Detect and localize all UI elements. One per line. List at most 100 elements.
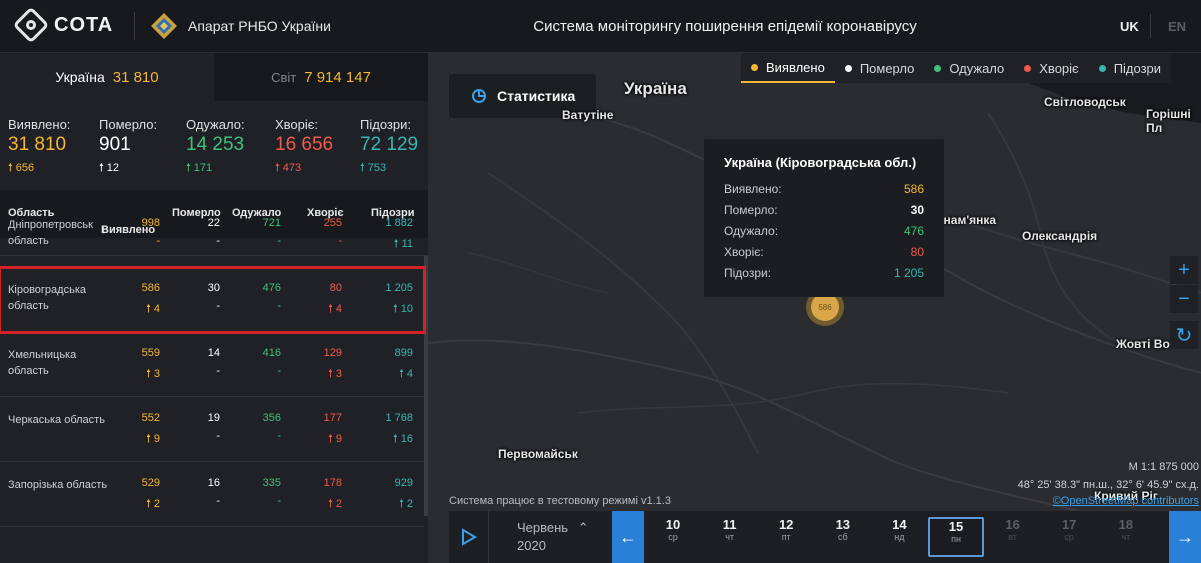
cell-suspected-delta: 🠕 4 [399, 368, 413, 380]
refresh-icon: ↻ [1175, 324, 1193, 347]
dot-icon [1024, 64, 1032, 72]
cell-detected: 559 [141, 347, 160, 359]
tab-ukraine[interactable]: Україна 31 810 [0, 53, 214, 101]
day-18[interactable]: 18 чт [1098, 517, 1154, 557]
day-14[interactable]: 14 нд [871, 517, 927, 557]
stat-delta: 🠕 171 [186, 162, 213, 174]
stat-detected: Виявлено: 31 810 🠕 656 [8, 117, 70, 178]
cell-died: 16 [207, 477, 220, 489]
cell-suspected: 899 [394, 347, 413, 359]
dot-icon [844, 64, 852, 72]
map-coordinates: 48° 25' 38.3" пн.ш., 32° 6' 45.9" сх.д. [1017, 479, 1199, 491]
cell-died: 22 [207, 217, 220, 229]
stat-value: 901 [99, 134, 131, 155]
prev-day-button[interactable]: ← [612, 511, 644, 563]
stat-label: Хворіє: [275, 117, 319, 132]
arrow-left-icon: ← [619, 526, 637, 547]
cell-detected: 552 [141, 412, 160, 424]
cell-detected-delta: 🠕 4 [146, 303, 160, 315]
table-row[interactable]: Черкаська область 552 🠕 9 19-356-177 🠕 91 76… [0, 398, 424, 462]
cell-sick: 129 [323, 347, 342, 359]
arrow-up-icon: 🠕 [146, 433, 151, 445]
cell-died-delta: - [216, 365, 220, 377]
cell-suspected-delta: 🠕 11 [393, 238, 413, 250]
cell-sick: 177 [323, 412, 342, 424]
table-row[interactable]: Дніпропетровськ область 998-22-721-255-1 … [0, 203, 424, 267]
cell-sick: 80 [329, 282, 342, 294]
map-scale: М 1:1 875 000 [1128, 461, 1199, 473]
legend-sick[interactable]: Хворіє [1014, 53, 1088, 83]
day-13[interactable]: 13 сб [815, 517, 871, 557]
day-15[interactable]: 15 пн [928, 517, 984, 557]
cell-detected: 586 [141, 282, 160, 294]
table-row[interactable]: Хмельницька область 559 🠕 3 14-416-129 🠕 3 89… [0, 333, 424, 397]
marker-value: 586 [811, 293, 839, 321]
tooltip-row: Померло: 30 [724, 202, 924, 217]
city-label-horishni: Горішні Пл [1146, 107, 1191, 135]
osm-attribution-link[interactable]: ©OpenStreetMap contributors [1053, 495, 1199, 507]
dot-icon [751, 63, 758, 71]
arrow-up-icon: 🠕 [399, 498, 404, 510]
play-button[interactable] [449, 511, 489, 563]
lang-uk-button[interactable]: UK [1120, 19, 1139, 34]
table-row[interactable]: Кіровоградська область 586 🠕 4 30-476-80 🠕 4… [0, 266, 426, 334]
arrow-up-icon: 🠕 [146, 368, 151, 380]
cell-died-delta: - [216, 430, 220, 442]
stat-label: Померло: [99, 117, 158, 132]
cell-sick-delta: 🠕 9 [328, 433, 342, 445]
legend-detected[interactable]: Виявлено [741, 53, 835, 83]
test-mode-notice: Система працює в тестовому режимі v1.1.3 [449, 495, 671, 507]
stat-label: Підозри: [360, 117, 411, 132]
cell-suspected-delta: 🠕 10 [392, 303, 413, 315]
reset-view-button[interactable]: ↻ [1170, 321, 1198, 349]
tab-ukraine-label: Україна [55, 69, 105, 85]
cell-recovered: 356 [262, 412, 281, 424]
arrow-up-icon: 🠕 [328, 303, 333, 315]
stat-value: 14 253 [186, 134, 245, 155]
arrow-up-icon: 🠕 [328, 498, 333, 510]
stat-delta: 🠕 12 [99, 162, 120, 174]
zoom-out-button[interactable]: − [1170, 285, 1198, 313]
map-legend: Виявлено Померло Одужало Хворіє Підозри [741, 53, 1172, 83]
day-12[interactable]: 12 пт [758, 517, 814, 557]
day-11[interactable]: 11 чт [702, 517, 758, 557]
stat-label: Одужало: [186, 117, 245, 132]
cell-suspected: 929 [394, 477, 413, 489]
cell-recovered: 335 [262, 477, 281, 489]
arrow-up-icon: 🠕 [8, 162, 13, 174]
cell-died: 19 [207, 412, 220, 424]
month-selector[interactable]: Червень ⌃ 2020 [517, 519, 589, 555]
arrow-up-icon: 🠕 [146, 498, 151, 510]
cell-sick-delta: 🠕 4 [328, 303, 342, 315]
cell-died: 30 [207, 282, 220, 294]
legend-recovered[interactable]: Одужало [924, 53, 1014, 83]
city-label-zhovti: Жовті Во [1116, 337, 1170, 351]
cell-suspected: 1 768 [385, 412, 413, 424]
zoom-in-button[interactable]: + [1170, 256, 1198, 284]
date-timeline: Червень ⌃ 2020 ← 10 ср 11 чт 12 пт 13 сб 14 нд 15 п… [449, 511, 1201, 563]
lang-en-button[interactable]: EN [1168, 19, 1186, 34]
dot-icon [1098, 64, 1106, 72]
day-16[interactable]: 16 вт [985, 517, 1041, 557]
stat-value: 72 129 [360, 134, 419, 155]
tab-world[interactable]: Світ 7 914 147 [214, 53, 428, 101]
day-10[interactable]: 10 ср [645, 517, 701, 557]
table-row[interactable]: Запорізька область 529 🠕 2 16-335-178 🠕 2 929… [0, 463, 424, 527]
stat-label: Виявлено: [8, 117, 71, 132]
cell-sick: 255 [323, 217, 342, 229]
arrow-up-icon: 🠕 [275, 162, 280, 174]
app-title: Система моніторингу поширення епідемії к… [533, 18, 917, 35]
stat-value: 16 656 [275, 134, 334, 155]
minus-icon: − [1178, 287, 1190, 310]
legend-suspected[interactable]: Підозри [1089, 53, 1171, 83]
tooltip-row: Хворіє: 80 [724, 244, 924, 259]
cell-detected: 529 [141, 477, 160, 489]
cell-died-delta: - [216, 235, 220, 247]
next-day-button[interactable]: → [1169, 511, 1201, 563]
cell-recovered-delta: - [277, 300, 281, 312]
stat-sick: Хворіє: 16 656 🠕 473 [275, 117, 333, 178]
arrow-up-icon: 🠕 [392, 433, 398, 445]
day-17[interactable]: 17 ср [1041, 517, 1097, 557]
map-area[interactable]: Статистика Виявлено Померло Одужало Хвор… [428, 53, 1201, 563]
legend-died[interactable]: Померло [835, 53, 925, 83]
